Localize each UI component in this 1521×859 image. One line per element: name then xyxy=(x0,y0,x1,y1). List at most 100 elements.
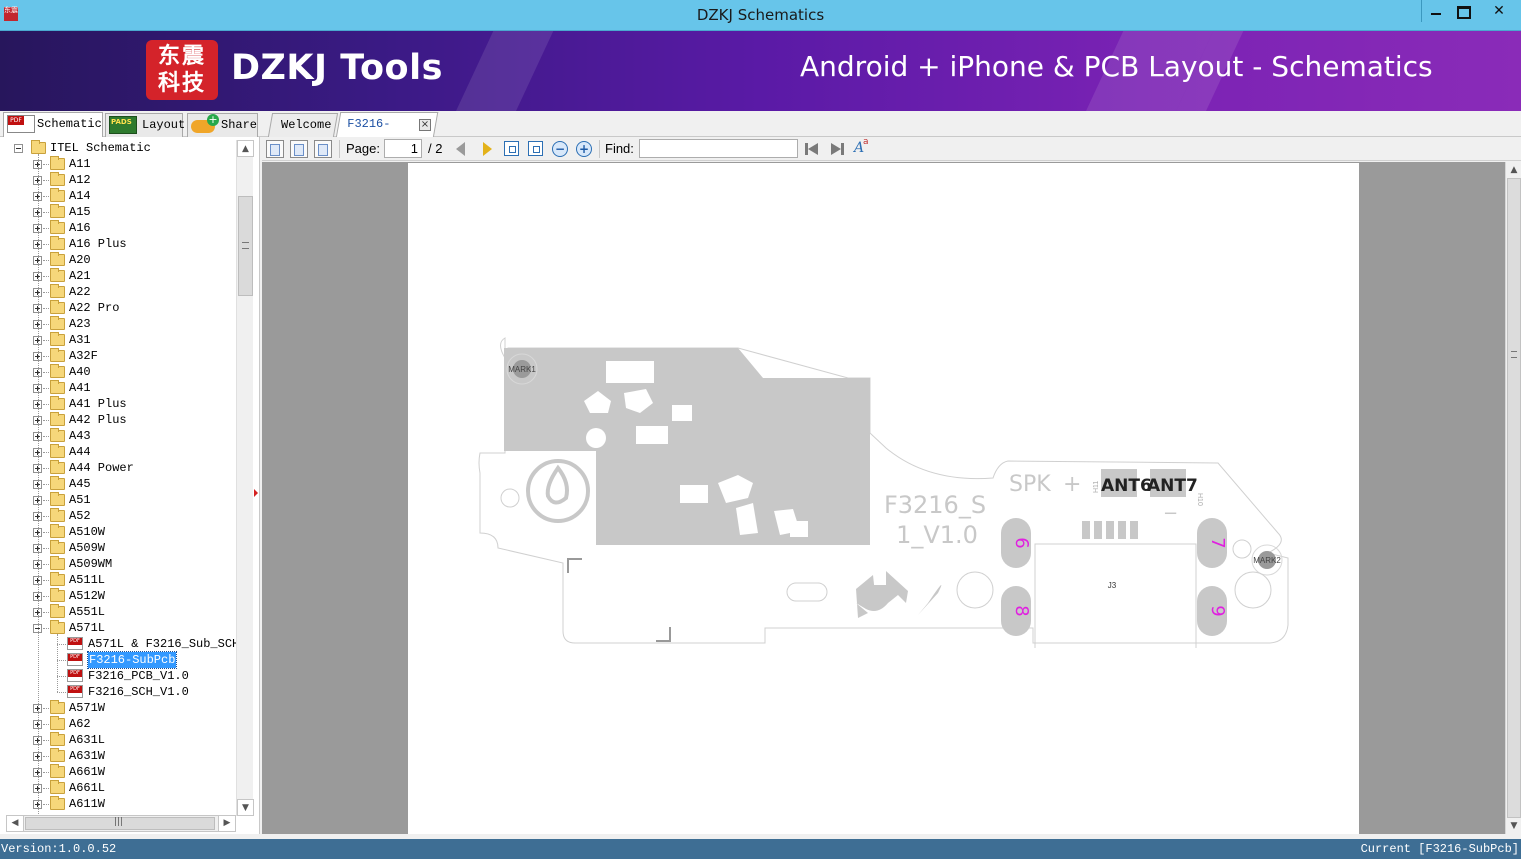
find-next-icon[interactable] xyxy=(828,140,846,158)
tree-item-label: A661W xyxy=(69,765,106,779)
document-viewer[interactable]: MARK1 MARK2 F3216_S 1_V1.0 SPK + − ANT6 … xyxy=(262,162,1505,834)
document-page: MARK1 MARK2 F3216_S 1_V1.0 SPK + − ANT6 … xyxy=(408,163,1359,834)
tree-connector xyxy=(43,484,49,485)
scroll-thumb[interactable] xyxy=(238,196,253,296)
scroll-down-arrow-icon[interactable]: ▼ xyxy=(1506,818,1521,834)
folder-icon xyxy=(50,364,65,378)
pad-label-6: 6 xyxy=(1011,537,1032,548)
tree-folder-item[interactable]: A551L xyxy=(0,604,236,620)
tree-connector xyxy=(43,372,49,373)
tab-layout[interactable]: Layout xyxy=(105,113,185,137)
tree-folder-item[interactable]: A21 xyxy=(0,268,236,284)
tree-folder-item[interactable]: A62 xyxy=(0,716,236,732)
tree-folder-item[interactable]: A51 xyxy=(0,492,236,508)
scroll-left-arrow-icon[interactable]: ◀ xyxy=(7,816,24,831)
tree-folder-item[interactable]: A44 xyxy=(0,444,236,460)
page-number-input[interactable]: 1 xyxy=(384,139,422,158)
tree-folder-item[interactable]: A510W xyxy=(0,524,236,540)
previous-page-icon[interactable] xyxy=(452,140,470,158)
tree-folder-item[interactable]: A631L xyxy=(0,732,236,748)
tree-folder-item[interactable]: A16 Plus xyxy=(0,236,236,252)
tree-folder-item[interactable]: A509W xyxy=(0,540,236,556)
tree-folder-item[interactable]: A44 Power xyxy=(0,460,236,476)
tree-connector xyxy=(43,548,49,549)
tree-folder-item[interactable]: A40 xyxy=(0,364,236,380)
tree-folder-item[interactable]: A22 xyxy=(0,284,236,300)
file-tree[interactable]: ITEL Schematic A11 A12 A14 A15 A16 A16 Plus A20… xyxy=(0,140,236,816)
scroll-down-arrow-icon[interactable]: ▼ xyxy=(237,799,254,816)
tree-connector xyxy=(43,596,49,597)
tree-folder-item[interactable]: A571W xyxy=(0,700,236,716)
tree-item-label: A32F xyxy=(69,349,98,363)
tree-folder-item[interactable]: A509WM xyxy=(0,556,236,572)
doc-tab-f3216-subpcb[interactable]: F3216-SubPcb × xyxy=(335,112,439,153)
doc-tab-label: Welcome xyxy=(281,118,332,132)
tree-item-label: A16 Plus xyxy=(69,237,127,251)
scroll-up-arrow-icon[interactable]: ▲ xyxy=(1506,162,1521,178)
tab-share[interactable]: Share xyxy=(187,113,258,137)
tree-folder-item[interactable]: A45 xyxy=(0,476,236,492)
tree-item-label: A631W xyxy=(69,749,106,763)
tree-folder-item[interactable]: A20 xyxy=(0,252,236,268)
tree-folder-item[interactable]: A41 Plus xyxy=(0,396,236,412)
close-button[interactable]: ✕ xyxy=(1477,0,1521,22)
highlight-text-icon[interactable] xyxy=(852,137,870,158)
scroll-thumb[interactable] xyxy=(25,817,215,830)
fit-page-icon[interactable] xyxy=(528,141,543,156)
zoom-out-icon[interactable] xyxy=(552,141,568,157)
tree-folder-item[interactable]: A31 xyxy=(0,332,236,348)
collapse-icon[interactable] xyxy=(14,144,23,153)
tree-vertical-scrollbar[interactable]: ▲ ▼ xyxy=(236,140,254,816)
maximize-button[interactable] xyxy=(1449,0,1477,22)
fit-width-icon[interactable] xyxy=(504,141,519,156)
tree-folder-item[interactable]: A12 xyxy=(0,172,236,188)
tree-folder-item[interactable]: A15 xyxy=(0,204,236,220)
copy-page-icon[interactable] xyxy=(290,140,308,158)
tree-folder-item[interactable]: A52 xyxy=(0,508,236,524)
tree-folder-item[interactable]: A16 xyxy=(0,220,236,236)
print-document-icon[interactable] xyxy=(314,140,332,158)
open-document-icon[interactable] xyxy=(266,140,284,158)
scroll-thumb[interactable] xyxy=(1507,178,1521,818)
splitter-collapse-icon[interactable] xyxy=(254,489,258,497)
folder-icon xyxy=(50,460,65,474)
tree-connector xyxy=(43,260,49,261)
tree-folder-item[interactable]: A661W xyxy=(0,764,236,780)
tree-folder-item[interactable]: A611W xyxy=(0,796,236,812)
tree-folder-item[interactable]: A22 Pro xyxy=(0,300,236,316)
tree-folder-item[interactable]: A42 Plus xyxy=(0,412,236,428)
zoom-in-icon[interactable] xyxy=(576,141,592,157)
tree-folder-item[interactable]: A511L xyxy=(0,572,236,588)
tree-file-item[interactable]: F3216_SCH_V1.0 xyxy=(0,684,236,700)
connector-pin xyxy=(1118,521,1126,539)
tree-folder-item[interactable]: A14 xyxy=(0,188,236,204)
close-tab-icon[interactable]: × xyxy=(419,119,431,131)
tree-item-label: F3216_SCH_V1.0 xyxy=(88,685,189,699)
scroll-right-arrow-icon[interactable]: ▶ xyxy=(218,816,235,831)
tree-file-item[interactable]: A571L & F3216_Sub_SCH_V1. xyxy=(0,636,236,652)
tree-root[interactable]: ITEL Schematic xyxy=(0,140,236,156)
arrow-graphic xyxy=(918,585,942,615)
tree-folder-item[interactable]: A32F xyxy=(0,348,236,364)
tree-folder-item[interactable]: A23 xyxy=(0,316,236,332)
tree-folder-item[interactable]: A512W xyxy=(0,588,236,604)
tree-folder-item[interactable]: A43 xyxy=(0,428,236,444)
find-input[interactable] xyxy=(639,139,798,158)
tree-folder-item[interactable]: A571L xyxy=(0,620,236,636)
viewer-vertical-scrollbar[interactable]: ▲ ▼ xyxy=(1505,162,1521,834)
scroll-up-arrow-icon[interactable]: ▲ xyxy=(237,140,254,157)
minimize-button[interactable] xyxy=(1421,0,1449,22)
tree-folder-item[interactable]: A661L xyxy=(0,780,236,796)
find-previous-icon[interactable] xyxy=(803,140,821,158)
tree-file-item[interactable]: F3216-SubPcb xyxy=(0,651,236,669)
cloud-share-icon xyxy=(191,114,219,134)
tree-folder-item[interactable]: A11 xyxy=(0,156,236,172)
tab-schematic[interactable]: Schematic xyxy=(3,112,103,138)
tree-folder-item[interactable]: A41 xyxy=(0,380,236,396)
board-logo-icon xyxy=(545,464,569,505)
tree-folder-item[interactable]: A631W xyxy=(0,748,236,764)
tree-horizontal-scrollbar[interactable]: ◀ ▶ xyxy=(6,815,236,832)
next-page-icon[interactable] xyxy=(478,140,496,158)
tree-file-item[interactable]: F3216_PCB_V1.0 xyxy=(0,668,236,684)
doc-tab-welcome[interactable]: Welcome xyxy=(267,113,339,137)
